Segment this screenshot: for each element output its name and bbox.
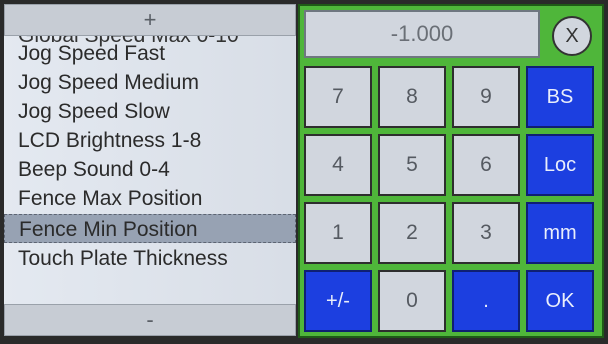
- touch-screen: + Global Speed Max 0-10 Jog Speed Fast J…: [0, 0, 608, 344]
- key-6[interactable]: 6: [452, 134, 520, 196]
- key-9[interactable]: 9: [452, 66, 520, 128]
- unit-mm-button[interactable]: mm: [526, 202, 594, 264]
- key-4[interactable]: 4: [304, 134, 372, 196]
- numeric-keypad-panel: -1.000 X 7 8 9 BS 4 5 6 Loc 1 2 3 mm +/-…: [298, 4, 604, 338]
- scroll-down-button[interactable]: -: [4, 304, 296, 336]
- menu-item-fence-max-position[interactable]: Fence Max Position: [4, 184, 296, 213]
- menu-item-jog-speed-medium[interactable]: Jog Speed Medium: [4, 68, 296, 97]
- value-display: -1.000: [304, 10, 540, 58]
- menu-item-jog-speed-slow[interactable]: Jog Speed Slow: [4, 97, 296, 126]
- scroll-up-button[interactable]: +: [4, 4, 296, 36]
- key-8[interactable]: 8: [378, 66, 446, 128]
- menu-item-touch-plate-thickness[interactable]: Touch Plate Thickness: [4, 244, 296, 273]
- menu-item-lcd-brightness[interactable]: LCD Brightness 1-8: [4, 126, 296, 155]
- key-3[interactable]: 3: [452, 202, 520, 264]
- menu-item-jog-speed-fast[interactable]: Jog Speed Fast: [4, 39, 296, 68]
- key-2[interactable]: 2: [378, 202, 446, 264]
- key-0[interactable]: 0: [378, 270, 446, 332]
- close-button[interactable]: X: [552, 16, 592, 56]
- ok-button[interactable]: OK: [526, 270, 594, 332]
- key-7[interactable]: 7: [304, 66, 372, 128]
- plus-minus-button[interactable]: +/-: [304, 270, 372, 332]
- decimal-point-button[interactable]: .: [452, 270, 520, 332]
- menu-item-fence-min-position[interactable]: Fence Min Position: [4, 214, 296, 243]
- backspace-button[interactable]: BS: [526, 66, 594, 128]
- settings-menu-panel: + Global Speed Max 0-10 Jog Speed Fast J…: [4, 4, 296, 336]
- settings-menu-list: Global Speed Max 0-10 Jog Speed Fast Jog…: [4, 36, 296, 300]
- key-5[interactable]: 5: [378, 134, 446, 196]
- key-1[interactable]: 1: [304, 202, 372, 264]
- location-button[interactable]: Loc: [526, 134, 594, 196]
- menu-item-beep-sound[interactable]: Beep Sound 0-4: [4, 155, 296, 184]
